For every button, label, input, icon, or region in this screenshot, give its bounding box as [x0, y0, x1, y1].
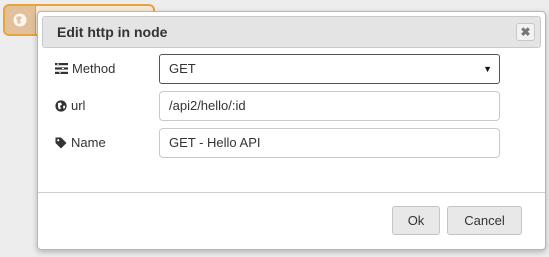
caret-down-icon: ▼	[483, 64, 492, 74]
name-label: Name	[55, 135, 106, 150]
edit-node-dialog: Edit http in node ✖ Method GET ▼ url /ap…	[37, 11, 546, 250]
close-icon: ✖	[520, 25, 531, 39]
node-icon	[5, 6, 36, 34]
close-button[interactable]: ✖	[516, 23, 535, 41]
url-label: url	[55, 98, 85, 113]
method-label: Method	[55, 61, 115, 76]
name-label-text: Name	[71, 135, 106, 150]
ok-button[interactable]: Ok	[392, 206, 440, 235]
method-selected-value: GET	[169, 61, 196, 76]
url-label-text: url	[71, 98, 86, 113]
dialog-title: Edit http in node	[57, 24, 168, 40]
tasks-icon	[55, 63, 68, 74]
name-input[interactable]: GET - Hello API	[159, 128, 500, 158]
url-input[interactable]: /api2/hello/:id	[159, 91, 500, 121]
method-label-text: Method	[72, 61, 116, 76]
dialog-divider	[38, 192, 545, 193]
globe-icon	[55, 99, 67, 112]
dialog-titlebar[interactable]: Edit http in node ✖	[42, 16, 541, 48]
method-select[interactable]: GET ▼	[159, 54, 500, 84]
tag-icon	[55, 137, 67, 148]
cancel-button[interactable]: Cancel	[447, 206, 522, 235]
